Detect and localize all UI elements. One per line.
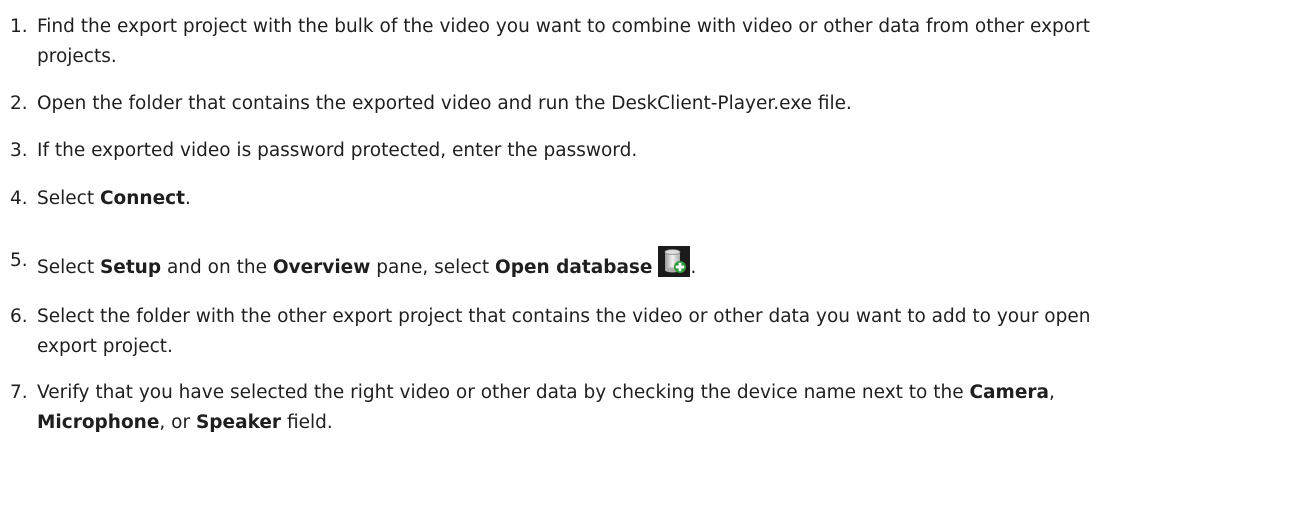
text-span: . [690,257,697,278]
step-text-line: Select the folder with the other export … [37,306,1091,327]
step-text-line: projects. [37,46,117,67]
step-text: Select Connect. [37,184,1282,214]
ui-term-connect: Connect [99,188,185,209]
step-number: 7. [10,382,28,403]
step-text: Select the folder with the other export … [37,302,1282,362]
step-number: 1. [10,16,28,37]
step-number: 4. [10,188,28,209]
step-number: 3. [10,140,28,161]
step-text-line: Microphone, or Speaker field. [37,408,1282,438]
text-span: Select [37,188,100,209]
step-text: If the exported video is password protec… [37,140,638,161]
step-number: 2. [10,93,28,114]
text-span: pane, select [370,257,496,278]
ui-term-camera: Camera [969,382,1049,403]
step-6: 6. Select the folder with the other expo… [0,302,1296,362]
step-text: Select Setup and on the Overview pane, s… [37,246,1282,283]
ui-term-open-database: Open database [495,257,653,278]
step-text: Find the export project with the bulk of… [37,12,1282,72]
ui-term-setup: Setup [99,257,162,278]
step-number: 6. [10,306,28,327]
step-7: 7. Verify that you have selected the rig… [0,378,1296,438]
open-database-icon [658,246,691,277]
step-text-line: export project. [37,336,173,357]
step-text: Open the folder that contains the export… [37,93,852,114]
step-text: Verify that you have selected the right … [37,378,1282,438]
step-text-line: Find the export project with the bulk of… [37,16,1090,37]
text-span: Verify that you have selected the right … [37,382,970,403]
text-span: Select [37,257,100,278]
step-1: 1. Find the export project with the bulk… [0,12,1296,72]
step-list: 1. Find the export project with the bulk… [0,0,1296,516]
ui-term-speaker: Speaker [195,412,282,433]
text-span: , [1048,382,1055,403]
step-text-line: Verify that you have selected the right … [37,378,1282,408]
text-span: and on the [161,257,273,278]
text-span: . [184,188,191,209]
ui-term-microphone: Microphone [37,412,160,433]
step-number: 5. [10,250,28,271]
text-span: field. [281,412,333,433]
ui-term-overview: Overview [272,257,371,278]
text-span: , or [159,412,196,433]
